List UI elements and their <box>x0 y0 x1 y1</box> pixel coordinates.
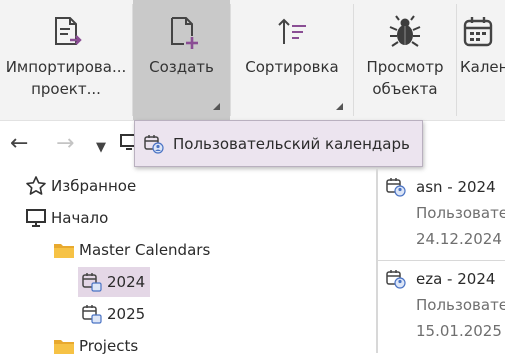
tree-item-2024[interactable]: 2024 <box>78 267 150 297</box>
list-item-type: Пользовате <box>416 296 505 314</box>
star-icon <box>26 176 46 195</box>
calendar-label: Календ <box>460 58 505 76</box>
list-item[interactable]: asn - 2024 Пользовате 24.12.2024 1 <box>378 168 505 258</box>
folder-icon <box>54 244 74 258</box>
tree-item-label: 2024 <box>107 273 146 291</box>
view-label-line1: Просмотр <box>366 58 444 76</box>
tree-item-label: Projects <box>79 337 139 355</box>
sort-label: Сортировка <box>245 58 339 76</box>
tree-item-label: Master Calendars <box>79 241 211 259</box>
list-item-title: eza - 2024 <box>416 270 496 288</box>
tree-item-favorites[interactable]: Избранное <box>25 171 136 201</box>
create-new-document-icon <box>170 17 198 49</box>
list-item-date: 24.12.2024 1 <box>416 230 505 248</box>
sort-dropdown-caret-icon[interactable] <box>336 103 343 110</box>
sort-icon <box>278 18 306 44</box>
ribbon-toolbar: Импортирова... проект... Создать Сортиро… <box>0 0 505 121</box>
list-item-date: 15.01.2025 0 <box>416 322 505 340</box>
user-calendar-icon <box>82 273 102 292</box>
calendar-button[interactable]: Календ <box>457 0 505 120</box>
tree-item-label: 2025 <box>107 305 146 323</box>
sort-button[interactable]: Сортировка <box>231 0 353 120</box>
user-calendar-icon <box>386 270 406 289</box>
import-project-button[interactable]: Импортирова... проект... <box>0 0 132 120</box>
user-calendar-icon <box>82 305 102 324</box>
create-dropdown-caret-icon[interactable] <box>213 103 220 110</box>
tree-item-label: Избранное <box>51 177 137 195</box>
list-item-type: Пользовате <box>416 204 505 222</box>
tree-item-home[interactable]: Начало <box>25 203 108 233</box>
tree-item-projects[interactable]: Projects <box>53 331 138 361</box>
triangle-down-icon[interactable]: ▼ <box>96 137 106 159</box>
calendar-icon <box>463 17 493 47</box>
calendar-list: asn - 2024 Пользовате 24.12.2024 1 eza -… <box>378 168 505 353</box>
user-calendar-icon <box>386 178 406 197</box>
tree-item-2025[interactable]: 2025 <box>81 299 145 329</box>
tree-item-label: Начало <box>51 209 109 227</box>
list-item[interactable]: eza - 2024 Пользовате 15.01.2025 0 <box>378 260 505 350</box>
import-project-icon <box>55 17 82 45</box>
view-object-button[interactable]: Просмотр объекта <box>354 0 456 120</box>
create-label: Создать <box>149 58 214 76</box>
create-dropdown-menu: Пользовательский календарь <box>134 120 423 167</box>
arrow-right-icon[interactable]: → <box>56 133 74 155</box>
navigation-tree: Избранное Начало Master Calendars 2024 2… <box>0 168 376 355</box>
tree-item-master-calendars[interactable]: Master Calendars <box>53 235 210 265</box>
view-label-line2: объекта <box>372 80 438 98</box>
create-button[interactable]: Создать <box>133 0 230 120</box>
folder-icon <box>54 340 74 354</box>
import-label-line2: проект... <box>31 80 101 98</box>
monitor-icon <box>26 209 46 227</box>
import-label-line1: Импортирова... <box>5 58 127 76</box>
bug-inspect-icon <box>389 15 421 47</box>
arrow-left-icon[interactable]: ← <box>10 133 28 155</box>
user-calendar-icon <box>144 134 164 154</box>
list-item-title: asn - 2024 <box>416 178 496 196</box>
menu-item-user-calendar[interactable]: Пользовательский календарь <box>173 135 410 153</box>
